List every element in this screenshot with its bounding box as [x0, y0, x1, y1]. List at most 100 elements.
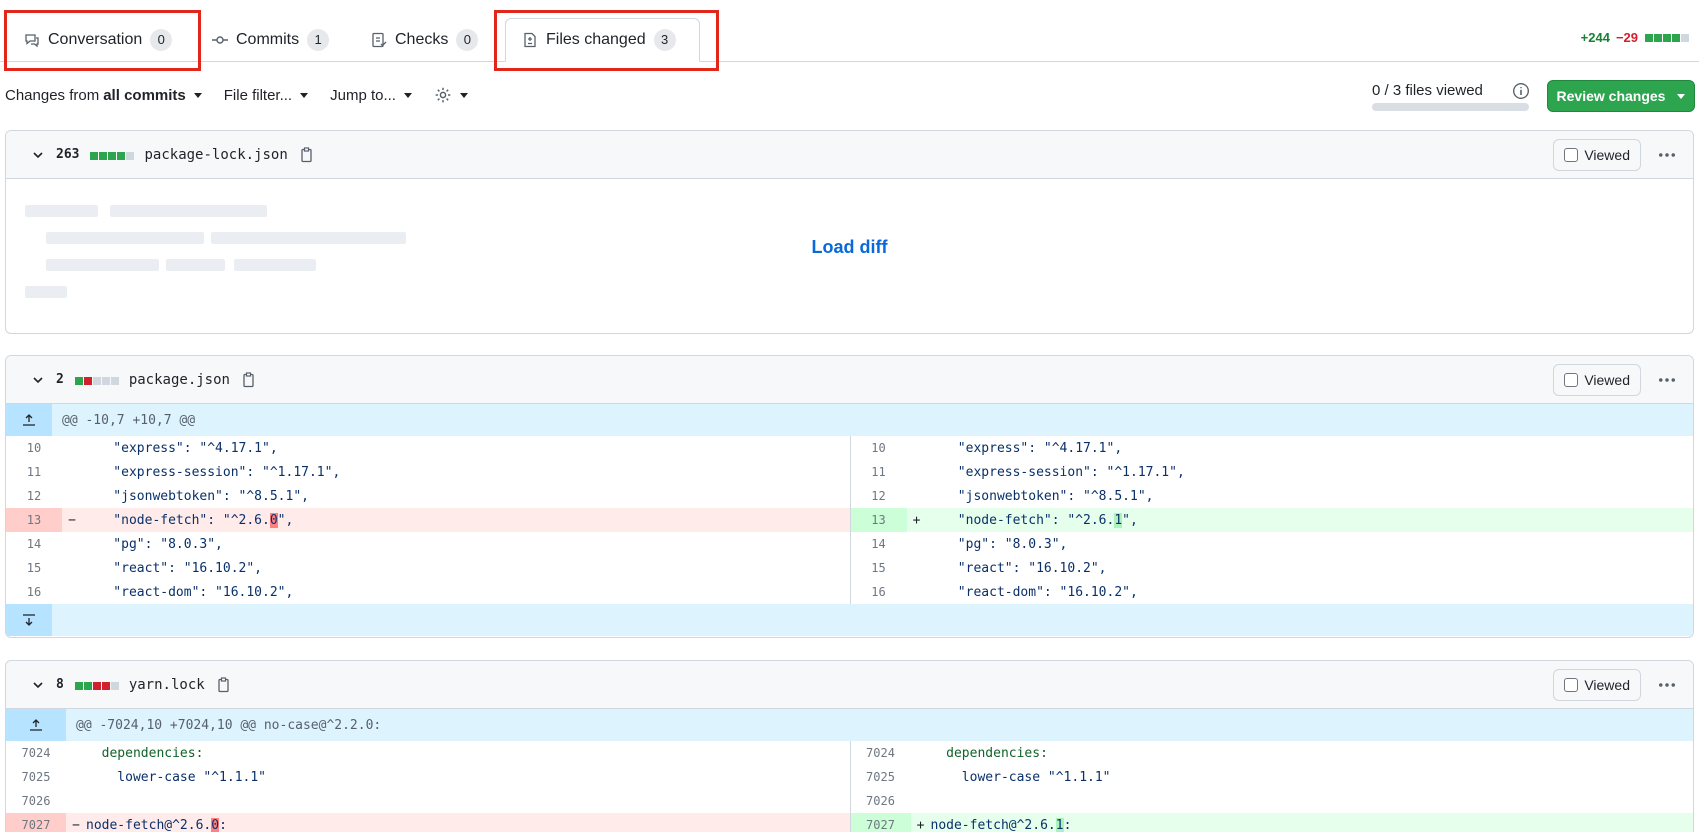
file-header: 2 package.json Viewed: [6, 356, 1693, 404]
copy-icon[interactable]: [215, 676, 231, 693]
file-change-count: 8: [56, 677, 64, 692]
line-number[interactable]: 16: [6, 580, 62, 604]
tab-commits[interactable]: Commits 1: [196, 18, 345, 62]
diff-settings-dropdown[interactable]: [434, 86, 468, 104]
viewed-checkbox-button[interactable]: Viewed: [1553, 139, 1641, 171]
checklist-icon: [372, 32, 387, 48]
hunk-range: @@ -7024,10 +7024,10 @@ no-case@^2.2.0:: [76, 717, 382, 733]
line-number[interactable]: 15: [851, 556, 907, 580]
line-number[interactable]: 7027: [6, 813, 66, 832]
line-number[interactable]: 16: [851, 580, 907, 604]
diff-row-added: 13 + "node-fetch": "^2.6.1",: [850, 508, 1693, 532]
chevron-down-icon[interactable]: [30, 677, 46, 693]
hunk-header: @@ -10,7 +10,7 @@: [6, 404, 1693, 436]
code-line: dependencies:: [86, 745, 204, 761]
diff-row: 11 "express-session": "^1.17.1",: [6, 460, 850, 484]
code-line: "react": "16.10.2",: [926, 560, 1107, 576]
code-line: "pg": "8.0.3",: [926, 536, 1068, 552]
diff-right-side: 10 "express": "^4.17.1", 11 "express-ses…: [849, 436, 1694, 604]
code-line: "react-dom": "16.10.2",: [82, 584, 294, 600]
code-line: node-fetch@^2.6.0:: [86, 817, 227, 832]
viewed-checkbox-button[interactable]: Viewed: [1553, 669, 1641, 701]
load-diff-link[interactable]: Load diff: [6, 237, 1693, 258]
line-number[interactable]: 7024: [851, 741, 911, 765]
tab-counter: 0: [456, 29, 479, 51]
tab-label: Files changed: [546, 31, 646, 48]
diff-row: 12 "jsonwebtoken": "^8.5.1",: [6, 484, 850, 508]
deletion-marker: −: [68, 512, 76, 528]
diffstat: +244 −29: [1581, 30, 1689, 45]
code-line: "express-session": "^1.17.1",: [926, 464, 1185, 480]
jump-to-dropdown[interactable]: Jump to...: [330, 87, 412, 104]
file-package-json: 2 package.json Viewed @@ -10,7 +10,7 @@ …: [5, 355, 1694, 638]
skeleton-line: [234, 259, 316, 271]
info-icon[interactable]: [1512, 82, 1530, 100]
file-name[interactable]: package.json: [129, 372, 230, 388]
pr-tabbar: Conversation 0 Commits 1 Checks 0 Files …: [0, 0, 1699, 62]
expand-down-button[interactable]: [6, 604, 52, 636]
diff-row: 10 "express": "^4.17.1",: [851, 436, 1694, 460]
file-filter-dropdown[interactable]: File filter...: [223, 86, 309, 104]
chevron-down-icon[interactable]: [30, 372, 46, 388]
line-number[interactable]: 7026: [6, 789, 66, 813]
code-line: "react": "16.10.2",: [82, 560, 263, 576]
diff-row: 7024 dependencies:: [6, 741, 850, 765]
file-yarn-lock: 8 yarn.lock Viewed @@ -7024,10 +7024,10 …: [5, 660, 1694, 832]
code-line: "node-fetch": "^2.6.0",: [82, 512, 294, 528]
diff-left-side: 10 "express": "^4.17.1", 11 "express-ses…: [6, 436, 850, 604]
changes-value: all commits: [103, 86, 186, 104]
line-number[interactable]: 12: [6, 484, 62, 508]
diff-row-deleted: 13− "node-fetch": "^2.6.0",: [6, 508, 850, 532]
line-number[interactable]: 13: [850, 508, 907, 532]
diff-row: 14 "pg": "8.0.3",: [6, 532, 850, 556]
code-line: lower-case "^1.1.1": [930, 769, 1111, 785]
line-number[interactable]: 7024: [6, 741, 66, 765]
review-changes-button[interactable]: Review changes: [1547, 80, 1695, 112]
line-number[interactable]: 11: [6, 460, 62, 484]
diff-row: 7026: [6, 789, 850, 813]
diff-row: 15 "react": "16.10.2",: [6, 556, 850, 580]
jump-to-label: Jump to...: [330, 86, 396, 104]
file-diffstat-bar: [74, 372, 119, 388]
expand-up-button[interactable]: [6, 404, 52, 436]
changes-from-dropdown[interactable]: Changes from all commits: [5, 87, 202, 104]
kebab-horizontal-icon[interactable]: [1657, 370, 1677, 390]
viewed-label: Viewed: [1584, 372, 1630, 388]
line-number[interactable]: 7026: [851, 789, 911, 813]
file-diffstat-bar: [74, 677, 119, 693]
line-number[interactable]: 7025: [851, 765, 911, 789]
line-number[interactable]: 15: [6, 556, 62, 580]
file-diff-icon: [524, 32, 536, 48]
skeleton-line: [166, 259, 225, 271]
expand-up-button[interactable]: [6, 709, 66, 741]
file-filter-label: File filter...: [223, 86, 293, 104]
viewed-label: Viewed: [1584, 677, 1630, 693]
line-number[interactable]: 7025: [6, 765, 66, 789]
file-name[interactable]: yarn.lock: [129, 677, 205, 693]
kebab-horizontal-icon[interactable]: [1657, 675, 1677, 695]
line-number[interactable]: 10: [6, 436, 62, 460]
tab-label: Commits: [236, 31, 300, 48]
line-number[interactable]: 12: [851, 484, 907, 508]
split-diff: 10 "express": "^4.17.1", 11 "express-ses…: [6, 436, 1693, 604]
diff-row: 16 "react-dom": "16.10.2",: [851, 580, 1694, 604]
tab-conversation[interactable]: Conversation 0: [8, 18, 188, 62]
kebab-horizontal-icon[interactable]: [1657, 145, 1677, 165]
tab-checks[interactable]: Checks 0: [355, 18, 494, 62]
line-number[interactable]: 10: [851, 436, 907, 460]
copy-icon[interactable]: [298, 146, 314, 163]
line-number[interactable]: 14: [6, 532, 62, 556]
file-header: 263 package-lock.json Viewed: [6, 131, 1693, 179]
code-line: "jsonwebtoken": "^8.5.1",: [82, 488, 309, 504]
viewed-checkbox-button[interactable]: Viewed: [1553, 364, 1641, 396]
copy-icon[interactable]: [240, 371, 256, 388]
load-diff-placeholder: Load diff: [6, 179, 1693, 333]
line-number[interactable]: 14: [851, 532, 907, 556]
line-number[interactable]: 7027: [850, 813, 911, 832]
line-number[interactable]: 11: [851, 460, 907, 484]
line-number[interactable]: 13: [6, 508, 62, 532]
tab-files-changed[interactable]: Files changed 3: [505, 18, 700, 62]
file-name[interactable]: package-lock.json: [144, 147, 287, 163]
diff-row: 10 "express": "^4.17.1",: [6, 436, 850, 460]
chevron-down-icon[interactable]: [30, 147, 46, 163]
